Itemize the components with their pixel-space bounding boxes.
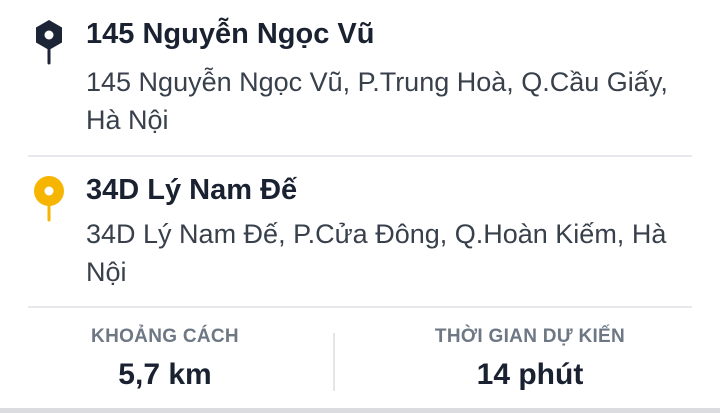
trip-stats: KHOẢNG CÁCH 5,7 km THỜI GIAN DỰ KIẾN 14 … [0, 308, 720, 408]
destination-pin-icon [32, 174, 66, 226]
destination-stop[interactable]: 34D Lý Nam Đế 34D Lý Nam Đế, P.Cửa Đông,… [0, 157, 720, 307]
bottom-border [0, 408, 720, 413]
origin-address: 145 Nguyễn Ngọc Vũ, P.Trung Hoà, Q.Cầu G… [86, 67, 668, 135]
destination-title: 34D Lý Nam Đế [86, 174, 298, 206]
estimated-time-value: 14 phút [476, 358, 584, 391]
origin-stop[interactable]: 145 Nguyễn Ngọc Vũ 145 Nguyễn Ngọc Vũ, P… [0, 0, 720, 156]
destination-address: 34D Lý Nam Đế, P.Cửa Đông, Q.Hoàn Kiếm, … [86, 219, 667, 287]
stats-separator [333, 333, 335, 391]
origin-pin-icon [32, 18, 66, 70]
origin-title: 145 Nguyễn Ngọc Vũ [86, 18, 375, 50]
estimated-time-stat: THỜI GIAN DỰ KIẾN 14 phút [380, 308, 680, 408]
distance-label: KHOẢNG CÁCH [91, 326, 239, 347]
estimated-time-label: THỜI GIAN DỰ KIẾN [434, 326, 626, 347]
distance-value: 5,7 km [118, 358, 212, 391]
route-summary-card: 145 Nguyễn Ngọc Vũ 145 Nguyễn Ngọc Vũ, P… [0, 0, 720, 413]
distance-stat: KHOẢNG CÁCH 5,7 km [20, 308, 310, 408]
